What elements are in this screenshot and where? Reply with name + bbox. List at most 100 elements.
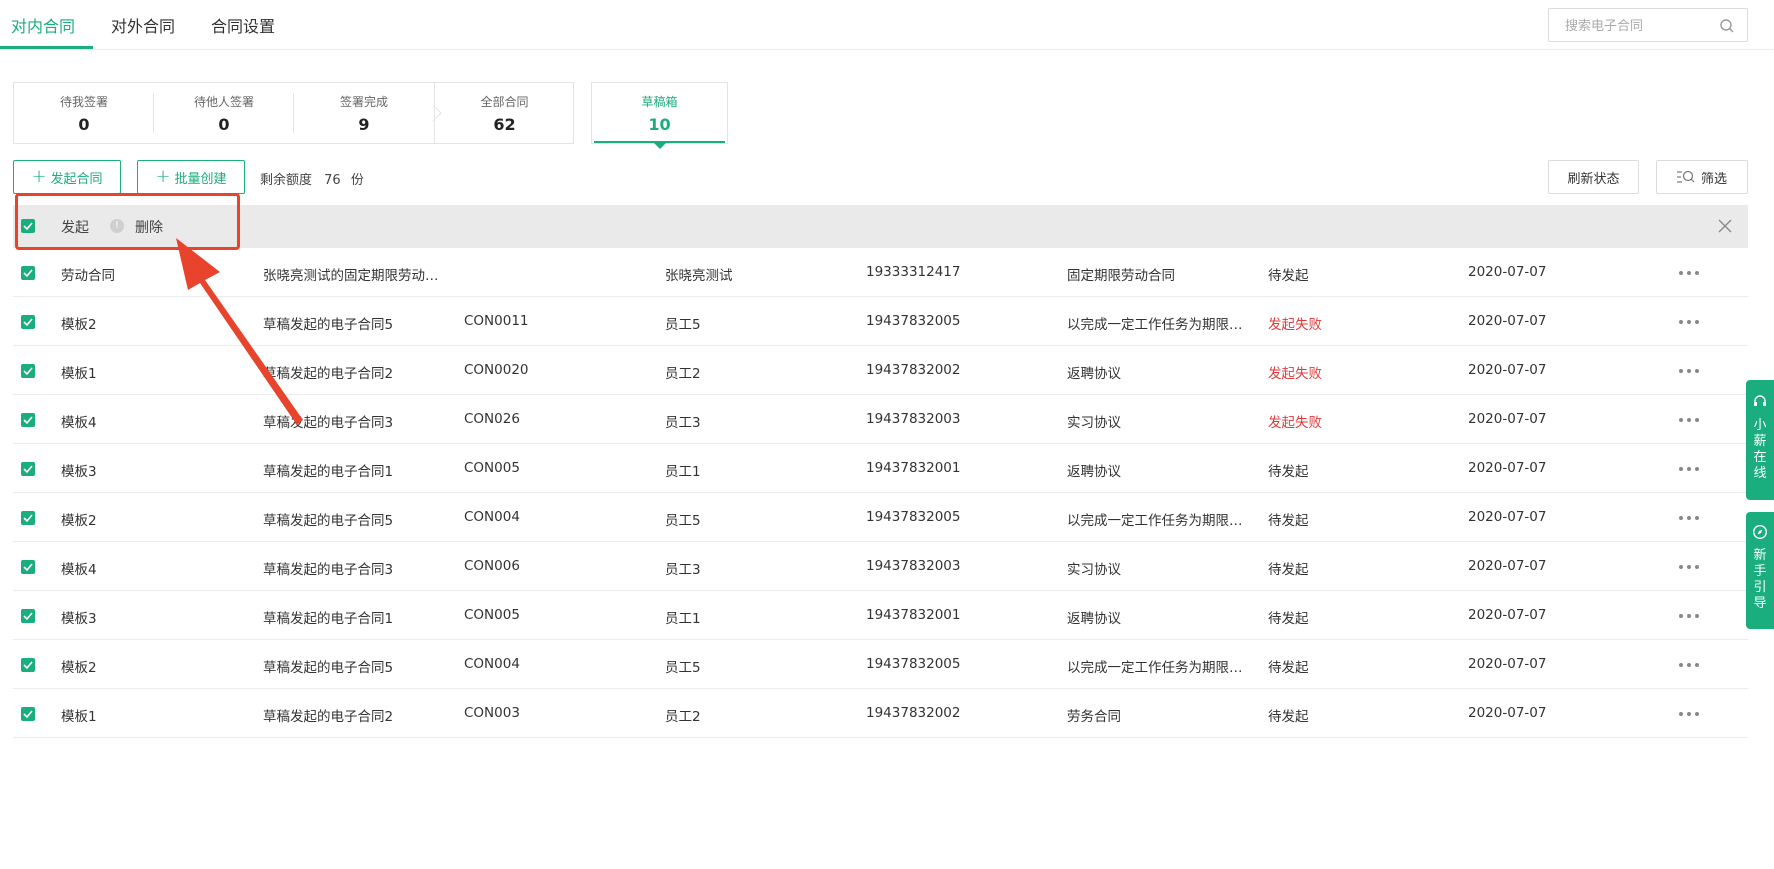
cell-contract-name: 草稿发起的电子合同3 — [263, 562, 394, 578]
table-row[interactable]: 模板2 草稿发起的电子合同5 CON0011 员工5 19437832005 以完成一定工… — [13, 297, 1748, 346]
cell-status: 发起失败 — [1268, 415, 1322, 431]
cell-contract-name: 草稿发起的电子合同5 — [263, 660, 394, 676]
cell-contract-type: 返聘协议 — [1067, 366, 1121, 382]
cell-employee: 员工5 — [665, 513, 701, 529]
row-checkbox[interactable] — [21, 658, 35, 672]
cell-employee: 员工3 — [665, 415, 701, 431]
row-checkbox[interactable] — [21, 462, 35, 476]
tab-contract-settings[interactable]: 合同设置 — [211, 13, 275, 37]
stat-drafts[interactable]: 草稿箱 10 — [591, 82, 728, 149]
table-row[interactable]: 模板2 草稿发起的电子合同5 CON004 员工5 19437832005 以完成一定工作… — [13, 640, 1748, 689]
cell-date: 2020-07-07 — [1468, 656, 1547, 672]
stat-awaiting-my-signature[interactable]: 待我签署 0 — [14, 83, 154, 143]
cell-status: 待发起 — [1268, 464, 1309, 480]
online-support-widget[interactable]: 小薪在线 — [1746, 380, 1774, 500]
stat-label: 签署完成 — [339, 95, 388, 109]
table-row[interactable]: 劳动合同 张晓亮测试的固定期限劳动… 张晓亮测试 19333312417 固定期限劳动合… — [13, 248, 1748, 297]
contract-status-summary: 待我签署 0 待他人签署 0 签署完成 9 全部合同 62 — [13, 82, 574, 144]
cell-contract-code: CON005 — [464, 607, 520, 623]
draft-label: 草稿箱 — [641, 95, 678, 109]
cell-date: 2020-07-07 — [1468, 558, 1547, 574]
remaining-quota: 剩余额度 76 份 — [260, 169, 364, 188]
cell-phone: 19437832002 — [866, 362, 961, 378]
close-icon[interactable] — [1718, 219, 1732, 233]
cell-employee: 员工1 — [665, 611, 701, 627]
stat-value: 9 — [358, 115, 370, 134]
cell-contract-name: 草稿发起的电子合同5 — [263, 513, 394, 529]
row-checkbox[interactable] — [21, 364, 35, 378]
search-box[interactable] — [1548, 8, 1748, 42]
search-input[interactable] — [1565, 16, 1715, 36]
batch-create-label: 批量创建 — [174, 171, 227, 187]
cell-contract-name: 草稿发起的电子合同1 — [263, 611, 394, 627]
row-checkbox[interactable] — [21, 707, 35, 721]
filter-icon — [1676, 170, 1695, 183]
refresh-status-button[interactable]: 刷新状态 — [1548, 160, 1639, 194]
info-icon[interactable]: ! — [110, 219, 124, 233]
row-checkbox[interactable] — [21, 609, 35, 623]
table-row[interactable]: 模板1 草稿发起的电子合同2 CON003 员工2 19437832002 劳务合同 待发起… — [13, 689, 1748, 738]
more-options-icon[interactable] — [1677, 509, 1701, 525]
batch-delete-action[interactable]: 删除 — [135, 217, 163, 237]
cell-contract-code: CON0020 — [464, 362, 529, 378]
cell-status: 发起失败 — [1268, 366, 1322, 382]
cell-employee: 员工2 — [665, 366, 701, 382]
row-checkbox[interactable] — [21, 315, 35, 329]
cell-status: 待发起 — [1268, 562, 1309, 578]
filter-button[interactable]: 筛选 — [1656, 160, 1748, 194]
batch-create-button[interactable]: + 批量创建 — [137, 160, 245, 194]
stat-all-contracts[interactable]: 全部合同 62 — [434, 83, 574, 143]
more-options-icon[interactable] — [1677, 656, 1701, 672]
cell-contract-code: CON026 — [464, 411, 520, 427]
row-checkbox[interactable] — [21, 413, 35, 427]
cell-date: 2020-07-07 — [1468, 362, 1547, 378]
beginner-guide-label: 新手引导 — [1753, 548, 1767, 611]
stat-signing-completed[interactable]: 签署完成 9 — [294, 83, 434, 143]
table-row[interactable]: 模板2 草稿发起的电子合同5 CON004 员工5 19437832005 以完成一定工作… — [13, 493, 1748, 542]
cell-contract-name: 草稿发起的电子合同2 — [263, 709, 394, 725]
more-options-icon[interactable] — [1677, 607, 1701, 623]
row-checkbox[interactable] — [21, 560, 35, 574]
start-contract-button[interactable]: + 发起合同 — [13, 160, 121, 194]
cell-employee: 张晓亮测试 — [665, 268, 733, 284]
cell-phone: 19333312417 — [866, 264, 961, 280]
cell-status: 待发起 — [1268, 660, 1309, 676]
table-row[interactable]: 模板4 草稿发起的电子合同3 CON026 员工3 19437832003 实习协议 发起失… — [13, 395, 1748, 444]
more-options-icon[interactable] — [1677, 362, 1701, 378]
cell-employee: 员工5 — [665, 660, 701, 676]
cell-contract-name: 草稿发起的电子合同1 — [263, 464, 394, 480]
filter-label: 筛选 — [1700, 171, 1727, 187]
more-options-icon[interactable] — [1677, 558, 1701, 574]
tab-internal-contracts[interactable]: 对内合同 — [11, 13, 75, 37]
beginner-guide-widget[interactable]: 新手引导 — [1746, 512, 1774, 629]
search-icon[interactable] — [1719, 18, 1735, 34]
table-row[interactable]: 模板1 草稿发起的电子合同2 CON0020 员工2 19437832002 返聘协议 发起… — [13, 346, 1748, 395]
stat-awaiting-others-signature[interactable]: 待他人签署 0 — [154, 83, 294, 143]
cell-contract-code: CON006 — [464, 558, 520, 574]
more-options-icon[interactable] — [1677, 313, 1701, 329]
cell-contract-type: 返聘协议 — [1067, 464, 1121, 480]
more-options-icon[interactable] — [1677, 705, 1701, 721]
batch-start-action[interactable]: 发起 — [61, 217, 89, 237]
quota-unit: 份 — [350, 173, 364, 188]
cell-contract-code: CON004 — [464, 656, 520, 672]
table-row[interactable]: 模板3 草稿发起的电子合同1 CON005 员工1 19437832001 返聘协议 待发起… — [13, 444, 1748, 493]
row-checkbox[interactable] — [21, 266, 35, 280]
cell-template: 模板4 — [61, 415, 97, 431]
cell-phone: 19437832002 — [866, 705, 961, 721]
select-all-checkbox[interactable] — [21, 219, 35, 233]
row-checkbox[interactable] — [21, 511, 35, 525]
tab-external-contracts[interactable]: 对外合同 — [111, 13, 175, 37]
plus-icon: + — [155, 166, 171, 187]
cell-employee: 员工3 — [665, 562, 701, 578]
table-row[interactable]: 模板4 草稿发起的电子合同3 CON006 员工3 19437832003 实习协议 待发起… — [13, 542, 1748, 591]
cell-employee: 员工2 — [665, 709, 701, 725]
more-options-icon[interactable] — [1677, 411, 1701, 427]
more-options-icon[interactable] — [1677, 460, 1701, 476]
table-row[interactable]: 模板3 草稿发起的电子合同1 CON005 员工1 19437832001 返聘协议 待发起… — [13, 591, 1748, 640]
cell-phone: 19437832001 — [866, 460, 961, 476]
cell-contract-type: 实习协议 — [1067, 415, 1121, 431]
cell-date: 2020-07-07 — [1468, 313, 1547, 329]
more-options-icon[interactable] — [1677, 264, 1701, 280]
cell-contract-code: CON005 — [464, 460, 520, 476]
